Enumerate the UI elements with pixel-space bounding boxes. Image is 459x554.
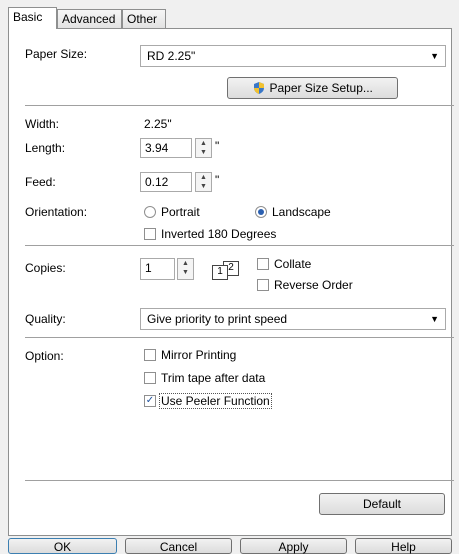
cancel-button[interactable]: Cancel [125, 538, 232, 554]
mirror-printing-label[interactable]: Mirror Printing [161, 348, 236, 362]
page-icon: 1 [212, 265, 228, 280]
collate-label[interactable]: Collate [274, 257, 311, 271]
width-value: 2.25" [144, 117, 172, 131]
trim-tape-checkbox[interactable] [144, 372, 156, 384]
landscape-radio[interactable] [255, 206, 267, 218]
tab-advanced[interactable]: Advanced [57, 9, 122, 28]
divider [25, 105, 454, 106]
spin-down-icon[interactable]: ▼ [178, 268, 193, 277]
tab-panel-basic: Paper Size: RD 2.25" ▼ Paper Size Setup.… [8, 28, 454, 536]
spin-down-icon[interactable]: ▼ [196, 182, 211, 191]
help-button[interactable]: Help [355, 538, 452, 554]
quality-value: Give priority to print speed [147, 312, 288, 326]
copies-label: Copies: [25, 261, 66, 275]
quality-dropdown[interactable]: Give priority to print speed ▼ [140, 308, 446, 330]
divider [25, 245, 454, 246]
ok-button[interactable]: OK [8, 538, 117, 554]
length-unit: " [215, 139, 220, 153]
spin-down-icon[interactable]: ▼ [196, 148, 211, 157]
spin-up-icon[interactable]: ▲ [196, 139, 211, 148]
reverse-order-checkbox[interactable] [257, 279, 269, 291]
paper-size-dropdown[interactable]: RD 2.25" ▼ [140, 45, 446, 67]
shield-icon [254, 82, 265, 94]
landscape-label[interactable]: Landscape [272, 205, 331, 219]
divider [25, 480, 454, 481]
feed-unit: " [215, 173, 220, 187]
length-label: Length: [25, 141, 66, 155]
collate-checkbox[interactable] [257, 258, 269, 270]
collate-pages-icon: 2 1 [210, 261, 242, 280]
portrait-label[interactable]: Portrait [161, 205, 200, 219]
feed-input[interactable]: 0.12 [140, 172, 192, 192]
option-label: Option: [25, 349, 64, 363]
paper-size-label: Paper Size: [25, 47, 88, 61]
chevron-down-icon: ▼ [430, 314, 439, 324]
quality-label: Quality: [25, 312, 66, 326]
apply-button[interactable]: Apply [240, 538, 347, 554]
copies-stepper[interactable]: ▲ ▼ [177, 258, 194, 280]
tab-label: Basic [13, 10, 43, 24]
width-label: Width: [25, 117, 60, 131]
paper-size-value: RD 2.25" [147, 49, 196, 63]
trim-tape-label[interactable]: Trim tape after data [161, 371, 265, 385]
spin-up-icon[interactable]: ▲ [196, 173, 211, 182]
reverse-order-label[interactable]: Reverse Order [274, 278, 353, 292]
orientation-label: Orientation: [25, 205, 88, 219]
length-input[interactable]: 3.94 [140, 138, 192, 158]
default-button[interactable]: Default [319, 493, 445, 515]
length-stepper[interactable]: ▲ ▼ [195, 138, 212, 158]
feed-stepper[interactable]: ▲ ▼ [195, 172, 212, 192]
inverted-checkbox[interactable] [144, 228, 156, 240]
inverted-label[interactable]: Inverted 180 Degrees [161, 227, 276, 241]
chevron-down-icon: ▼ [430, 51, 439, 61]
peeler-function-checkbox[interactable]: ✓ [144, 395, 156, 407]
peeler-function-label[interactable]: Use Peeler Function [159, 393, 272, 409]
tab-label: Other [127, 12, 158, 26]
feed-label: Feed: [25, 175, 56, 189]
divider [25, 337, 454, 338]
tab-other[interactable]: Other [122, 9, 166, 28]
mirror-printing-checkbox[interactable] [144, 349, 156, 361]
portrait-radio[interactable] [144, 206, 156, 218]
tab-label: Advanced [62, 12, 116, 26]
copies-input[interactable]: 1 [140, 258, 175, 280]
tab-basic[interactable]: Basic [8, 7, 57, 29]
paper-size-setup-label: Paper Size Setup... [269, 81, 373, 95]
spin-up-icon[interactable]: ▲ [178, 259, 193, 268]
paper-size-setup-button[interactable]: Paper Size Setup... [227, 77, 398, 99]
